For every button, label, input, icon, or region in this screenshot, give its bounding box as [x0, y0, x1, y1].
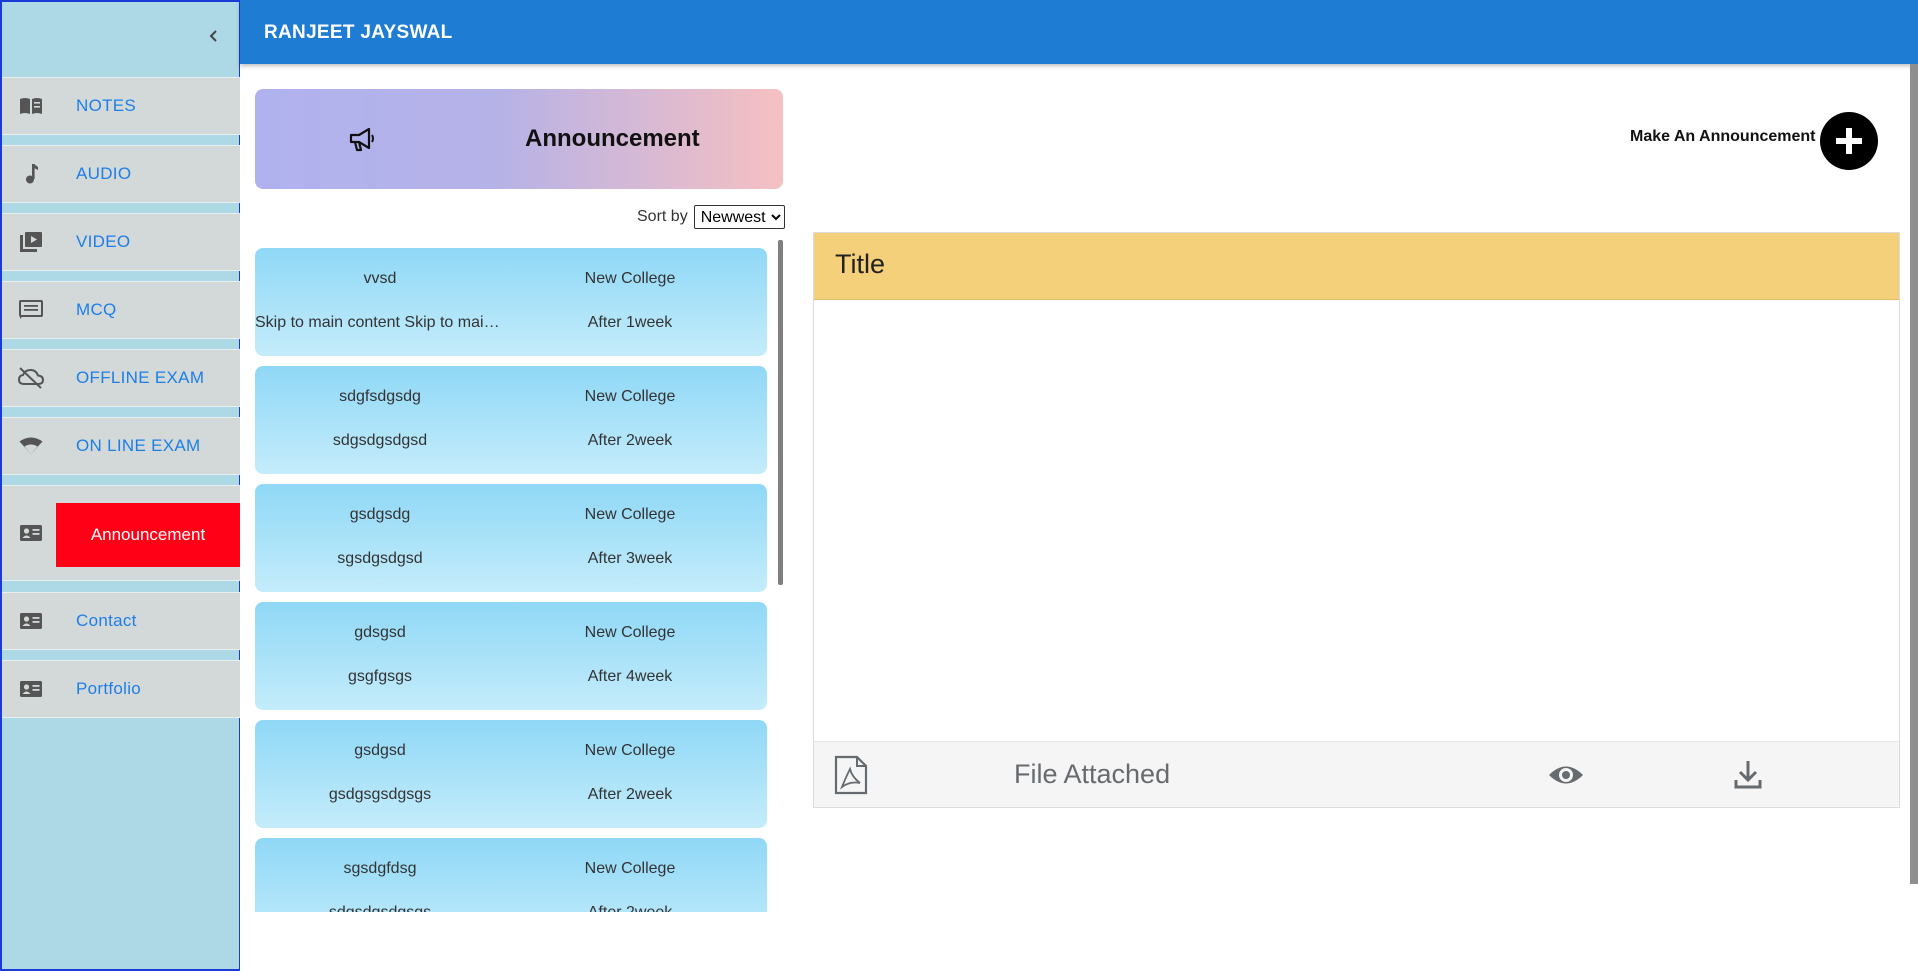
announcement-card[interactable]: sdgfsdgsdg New College sdgsdgsdgsd After… — [255, 366, 767, 474]
sidebar-item-audio[interactable]: AUDIO — [2, 145, 240, 203]
announcement-title: sgsdgfdsg — [343, 860, 417, 877]
pdf-file-icon — [834, 755, 868, 795]
announcement-card[interactable]: gdsgsd New College gsgfgsgs After 4week — [255, 602, 767, 710]
wifi-icon — [18, 433, 44, 459]
cloud-off-icon — [18, 365, 44, 391]
announcement-title: vvsd — [363, 270, 397, 287]
sort-label: Sort by — [637, 208, 688, 225]
announcement-header-card: Announcement — [255, 89, 783, 189]
announcement-detail: Title File Attached — [813, 232, 1900, 808]
sidebar-item-announcement[interactable]: Announcement — [2, 485, 240, 581]
announcement-body: Skip to main content Skip to main conten… — [255, 314, 505, 331]
file-attached-label: File Attached — [1014, 759, 1171, 789]
sidebar-item-label: OFFLINE EXAM — [76, 368, 205, 387]
announcement-college: New College — [584, 742, 676, 759]
sidebar-item-contact[interactable]: Contact — [2, 592, 240, 650]
announcement-list: vvsd New College Skip to main content Sk… — [255, 248, 783, 912]
app-root: NOTES AUDIO VIDEO MCQ OFFLINE EXAM ON LI… — [0, 0, 1918, 971]
contact-card-icon — [18, 608, 44, 634]
sidebar-item-label: NOTES — [76, 96, 137, 115]
announcement-card[interactable]: sgsdgfdsg New College sdgsdgsdgsgs After… — [255, 838, 767, 912]
announcement-body: sdgsdgsdgsd — [332, 432, 428, 449]
plus-icon — [1836, 128, 1862, 154]
sidebar-item-label: Contact — [76, 611, 137, 630]
sidebar-item-offline-exam[interactable]: OFFLINE EXAM — [2, 349, 240, 407]
detail-title: Title — [835, 249, 886, 279]
announcement-body: gsgfgsgs — [347, 668, 413, 685]
announcement-due: After 2week — [587, 786, 673, 803]
announcement-due: After 2week — [505, 904, 755, 912]
book-icon — [18, 93, 44, 119]
announcement-title: sdgfsdgsdg — [339, 388, 421, 405]
add-announcement-button[interactable] — [1820, 112, 1878, 170]
music-note-icon — [18, 161, 44, 187]
sidebar-item-label: AUDIO — [76, 164, 132, 183]
announcement-heading: Announcement — [525, 125, 700, 152]
sidebar-item-portfolio[interactable]: Portfolio — [2, 660, 240, 718]
active-item-highlight: Announcement — [56, 503, 240, 567]
collapse-sidebar-button[interactable] — [202, 24, 226, 48]
sidebar-item-label: ON LINE EXAM — [76, 436, 201, 455]
sidebar-item-label: Announcement — [90, 525, 206, 544]
announcement-body: sgsdgsdgsd — [337, 550, 423, 567]
sidebar: NOTES AUDIO VIDEO MCQ OFFLINE EXAM ON LI… — [0, 0, 240, 971]
make-announcement-label: Make An Announcement — [1630, 128, 1816, 145]
announcement-body: gsdgsgsdgsgs — [328, 786, 432, 803]
megaphone-icon — [349, 127, 374, 152]
contact-card-icon — [18, 520, 44, 546]
announcement-college: New College — [584, 388, 676, 405]
user-name: RANJEET JAYSWAL — [264, 22, 453, 43]
announcement-due: After 4week — [587, 668, 673, 685]
announcement-college: New College — [584, 624, 676, 641]
sidebar-item-video[interactable]: VIDEO — [2, 213, 240, 271]
contact-card-icon — [18, 676, 44, 702]
list-scrollbar[interactable] — [778, 240, 783, 585]
sidebar-item-notes[interactable]: NOTES — [2, 77, 240, 135]
list-card-icon — [18, 297, 44, 323]
announcement-college: New College — [584, 860, 676, 877]
announcement-due: After 3week — [587, 550, 673, 567]
detail-title-bar: Title — [814, 233, 1899, 300]
chevron-left-icon — [209, 30, 217, 42]
video-library-icon — [18, 229, 44, 255]
page-scrollbar[interactable] — [1910, 64, 1918, 884]
eye-icon[interactable] — [1548, 758, 1584, 792]
sort-control: Sort by Newwest — [637, 205, 785, 229]
announcement-title: gdsgsd — [354, 624, 406, 641]
announcement-due: After 1week — [587, 314, 673, 331]
sidebar-item-label: VIDEO — [76, 232, 131, 251]
announcement-card[interactable]: gsdgsd New College gsdgsgsdgsgs After 2w… — [255, 720, 767, 828]
download-icon[interactable] — [1732, 758, 1764, 790]
announcement-title: gsdgsdg — [349, 506, 411, 523]
file-attachment-bar: File Attached — [814, 741, 1899, 807]
sidebar-item-label: Portfolio — [76, 679, 142, 698]
sort-select[interactable]: Newwest — [693, 205, 785, 229]
announcement-due: After 2week — [587, 432, 673, 449]
sidebar-item-label: MCQ — [76, 300, 117, 319]
sidebar-item-mcq[interactable]: MCQ — [2, 281, 240, 339]
top-app-bar: RANJEET JAYSWAL — [240, 0, 1918, 64]
detail-body — [814, 300, 1899, 741]
announcement-college: New College — [584, 506, 676, 523]
announcement-body: sdgsdgsdgsgs — [255, 904, 505, 912]
sidebar-item-online-exam[interactable]: ON LINE EXAM — [2, 417, 240, 475]
announcement-card[interactable]: gsdgsdg New College sgsdgsdgsd After 3we… — [255, 484, 767, 592]
announcement-title: gsdgsd — [354, 742, 406, 759]
announcement-college: New College — [584, 270, 676, 287]
announcement-card[interactable]: vvsd New College Skip to main content Sk… — [255, 248, 767, 356]
